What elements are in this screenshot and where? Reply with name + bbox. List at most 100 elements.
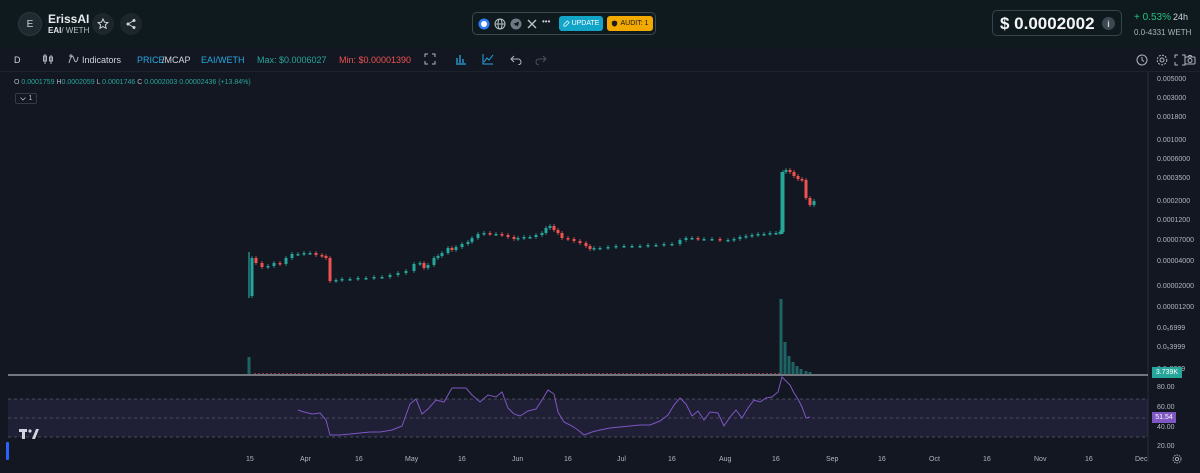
share-icon [126, 19, 136, 29]
timeline-handle[interactable] [6, 442, 9, 460]
settings-icon[interactable] [1172, 454, 1182, 464]
line-chart-icon[interactable] [482, 53, 494, 65]
volume-bar [670, 373, 672, 374]
volume-bar [590, 373, 592, 374]
volume-bar [722, 373, 724, 374]
volume-bar [594, 373, 596, 374]
volume-bar [286, 373, 288, 374]
date-axis-label: May [405, 456, 419, 463]
date-axis-label: 16 [983, 456, 991, 463]
candle [710, 239, 714, 241]
candle [560, 233, 564, 238]
update-button[interactable]: UPDATE [559, 16, 603, 31]
candle [418, 263, 422, 265]
candle [340, 279, 344, 281]
candle [324, 256, 328, 258]
watchlist-button[interactable] [92, 13, 114, 35]
candle [422, 263, 426, 268]
volume-bar [774, 373, 776, 374]
price-axis-label: 0.00001200 [1157, 304, 1194, 311]
interval-button[interactable]: D [14, 55, 21, 65]
candle [266, 266, 270, 268]
volume-bar [486, 373, 488, 374]
share-button[interactable] [120, 13, 142, 35]
volume-bar [458, 373, 460, 374]
volume-bar [442, 373, 444, 374]
price-axis-label: 0.0002000 [1157, 198, 1191, 205]
candle [788, 170, 792, 172]
volume-bar [422, 373, 424, 374]
volume-bar [478, 373, 480, 374]
date-axis-label: Nov [1034, 456, 1047, 463]
volume-bar [494, 373, 496, 374]
price-axis-label: 0.00007000 [1157, 237, 1194, 244]
token-header: E ErissAI EAI/ WETH ••• UPDATE AUDIT: 1 [0, 0, 1200, 47]
volume-bar [606, 373, 608, 374]
volume-bars [247, 299, 812, 374]
candle [646, 245, 650, 247]
clock-icon[interactable] [1136, 54, 1148, 66]
volume-bar [247, 357, 251, 374]
info-icon[interactable]: i [1102, 17, 1115, 30]
indicators-button[interactable]: Indicators [82, 55, 121, 65]
globe-icon[interactable] [494, 18, 506, 30]
mcap-toggle[interactable]: /MCAP [162, 55, 191, 65]
telegram-icon[interactable] [510, 18, 522, 30]
volume-bar [702, 373, 704, 374]
volume-bar [634, 373, 636, 374]
volume-bar [346, 373, 348, 374]
candles [248, 168, 816, 298]
fullscreen-icon[interactable] [424, 53, 436, 65]
more-links-button[interactable]: ••• [542, 17, 550, 26]
open-label: O [14, 79, 20, 86]
volume-bar [698, 373, 700, 374]
date-axis-label: 16 [1085, 456, 1093, 463]
undo-icon[interactable] [510, 53, 522, 65]
candle [800, 179, 804, 181]
price-toggle[interactable]: PRICE [137, 55, 165, 65]
volume-bar [386, 373, 388, 374]
volume-bar [710, 373, 712, 374]
change-period: 24h [1173, 12, 1189, 22]
legend-collapse-button[interactable]: 1 [15, 93, 37, 104]
candle [440, 253, 444, 256]
settings-icon[interactable] [1156, 54, 1168, 66]
volume-bar [694, 373, 696, 374]
camera-icon[interactable] [1184, 54, 1196, 66]
candle [396, 273, 400, 275]
indicators-icon [68, 54, 79, 64]
volume-bar [438, 373, 440, 374]
candle [476, 234, 480, 238]
audit-button[interactable]: AUDIT: 1 [607, 16, 653, 31]
volume-bar [426, 373, 428, 374]
candle [488, 233, 492, 235]
volume-bar [410, 373, 412, 374]
redo-icon[interactable] [535, 53, 547, 65]
volume-bar [779, 299, 783, 374]
candle [446, 248, 450, 253]
candles-icon[interactable] [42, 53, 54, 65]
volume-bar [654, 373, 656, 374]
volume-bar [358, 373, 360, 374]
volume-bar [714, 373, 716, 374]
candle [796, 176, 800, 179]
max-price: Max: $0.0006027 [257, 55, 327, 65]
date-axis-label: Aug [719, 456, 732, 463]
candle [494, 234, 498, 236]
pair-toggle[interactable]: EAI/WETH [201, 55, 245, 65]
chain-icon[interactable] [478, 18, 490, 30]
rsi-line [297, 376, 811, 436]
x-twitter-icon[interactable] [526, 18, 538, 30]
candle [808, 198, 812, 205]
volume-bar [490, 373, 492, 374]
chart-toolbar: D Indicators PRICE /MCAP EAI/WETH Max: $… [0, 47, 1200, 72]
volume-bar [630, 373, 632, 374]
base-symbol: EAI [48, 26, 62, 35]
price-display: $ 0.0002002 i [992, 10, 1122, 36]
candle [588, 246, 592, 249]
volume-bar [466, 373, 468, 374]
price-axis-label: 0.0001200 [1157, 217, 1191, 224]
candle [696, 238, 700, 240]
bar-chart-icon[interactable] [455, 53, 467, 65]
volume-bar [366, 373, 368, 374]
